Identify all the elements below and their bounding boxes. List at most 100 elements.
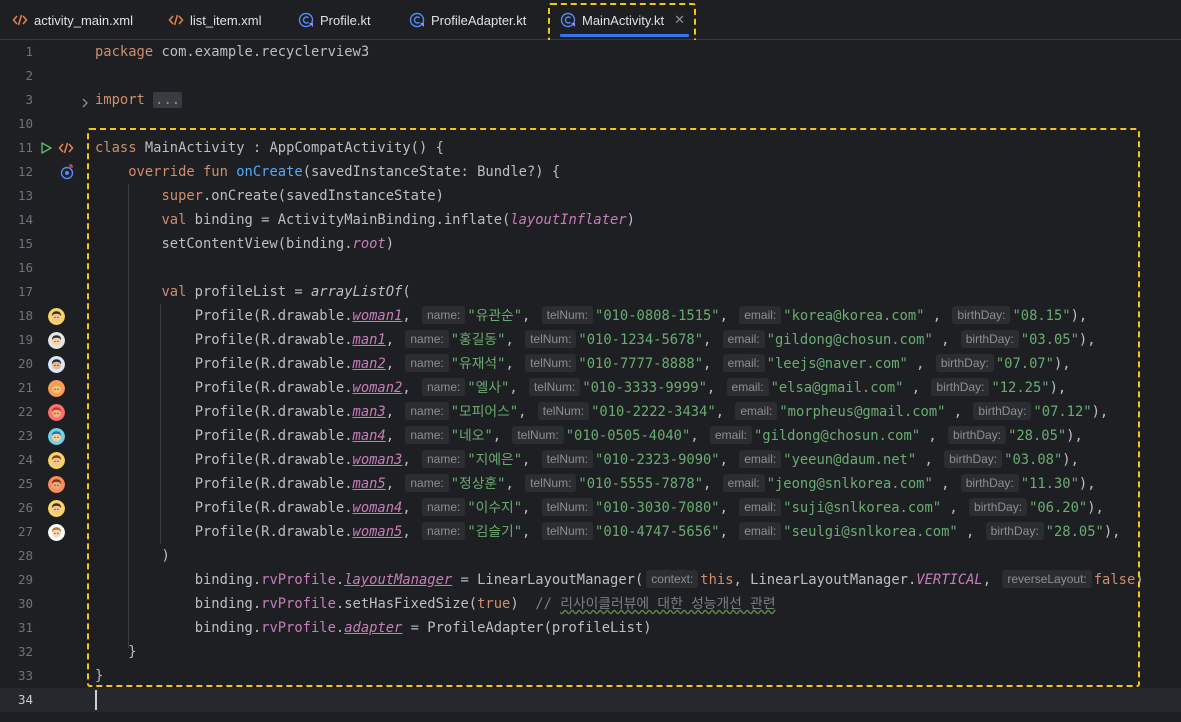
code-editor[interactable]: 1 package com.example.recyclerview3 2 3 … [0,40,1181,722]
code-text: setContentView(binding.root) [161,236,395,252]
tel-string: "010-0808-1515" [595,308,720,324]
code-line: 17 val profileList = arrayListOf( [0,280,1181,304]
param-hint-email: email: [739,306,782,324]
param-hint-name: name: [421,306,466,324]
line-number: 10 [17,116,33,131]
drawable-ref: man5 [352,476,386,492]
tab-activity-main-xml[interactable]: activity_main.xml [12,0,133,40]
code-line: 21 Profile(R.drawable.woman2, name: "엘사",… [0,376,1181,400]
avatar-icon[interactable] [47,499,65,517]
name-string: "엘사" [467,380,510,396]
kotlin-class-icon [560,12,576,28]
code-line: 12 override fun onCreate(savedInstanceSt… [0,160,1181,184]
name-string: "이수지" [467,500,523,516]
code-text: Profile(R.drawable.woman3, name: "지예은", t… [194,450,1079,468]
tel-string: "010-2323-9090" [595,452,720,468]
param-hint-name: name: [405,474,449,492]
code-line: 28 ) [0,544,1181,568]
code-line: 31 binding.rvProfile.adapter = ProfileAd… [0,616,1181,640]
folded-imports[interactable]: ... [153,92,183,108]
email-string: "elsa@gmail.com" [770,380,904,396]
param-hint-name: name: [405,330,449,348]
tab-main-activity-kt[interactable]: MainActivity.kt ✕ [560,0,690,40]
avatar-icon[interactable] [47,427,65,445]
code-line: 33 } [0,664,1181,688]
birthday-string: "03.05" [1020,332,1079,348]
code-text: ) [161,548,170,564]
drawable-ref: woman1 [352,308,403,324]
line-number: 12 [17,164,33,179]
line-number: 17 [17,284,33,299]
line-number: 25 [17,476,33,491]
xml-file-icon [168,12,184,28]
code-text: binding.rvProfile.layoutManager = Linear… [194,570,1144,588]
tab-list-item-xml[interactable]: list_item.xml [168,0,262,40]
code-text: val profileList = arrayListOf( [161,284,411,300]
param-hint-name: name: [421,378,466,396]
code-text: super.onCreate(savedInstanceState) [161,188,444,204]
line-number: 27 [17,524,33,539]
drawable-ref: man2 [352,356,386,372]
chevron-right-icon[interactable] [80,94,90,108]
param-hint-birthday: birthDay: [960,330,1019,348]
param-hint-reverse-layout: reverseLayout: [1002,570,1092,588]
code-text: Profile(R.drawable.woman2, name: "엘사", te… [194,378,1067,396]
line-number: 16 [17,260,33,275]
code-line: 18 Profile(R.drawable.woman1, name: "유관순"… [0,304,1181,328]
param-hint-tel: telNum: [512,426,564,444]
code-text: Profile(R.drawable.man2, name: "유재석", tel… [194,354,1071,372]
avatar-icon[interactable] [47,331,65,349]
avatar-icon[interactable] [47,379,65,397]
code-comment: 리사이클러뷰에 대한 성능개선 관련 [560,596,776,612]
param-hint-email: email: [735,402,778,420]
code-line: 15 setContentView(binding.root) [0,232,1181,256]
line-number: 31 [17,620,33,635]
line-number: 33 [17,668,33,683]
drawable-ref: man4 [352,428,386,444]
name-string: "네오" [450,428,493,444]
param-hint-birthday: birthDay: [973,402,1032,420]
line-number: 11 [17,140,33,155]
line-number: 1 [25,44,33,59]
avatar-icon[interactable] [47,523,65,541]
code-line: 24 Profile(R.drawable.woman3, name: "지예은"… [0,448,1181,472]
drawable-ref: woman3 [352,452,403,468]
birthday-string: "28.05" [1045,524,1104,540]
layout-xml-icon[interactable] [57,139,75,157]
param-hint-context: context: [646,570,699,588]
xml-file-icon [12,12,28,28]
birthday-string: "12.25" [991,380,1050,396]
avatar-icon[interactable] [47,307,65,325]
birthday-string: "06.20" [1029,500,1088,516]
param-hint-birthday: birthDay: [952,306,1011,324]
email-string: "morpheus@gmail.com" [779,404,946,420]
close-icon[interactable]: ✕ [674,12,685,28]
birthday-string: "08.15" [1012,308,1071,324]
param-hint-name: name: [405,402,449,420]
line-number: 20 [17,356,33,371]
param-hint-tel: telNum: [541,450,594,468]
param-hint-tel: telNum: [541,522,594,540]
param-hint-name: name: [421,498,466,516]
run-icon[interactable] [37,139,55,157]
override-icon[interactable] [58,163,76,181]
avatar-icon[interactable] [47,451,65,469]
tab-profile-adapter-kt[interactable]: ProfileAdapter.kt [409,0,526,40]
line-number: 18 [17,308,33,323]
tab-profile-kt[interactable]: Profile.kt [298,0,371,40]
code-text: Profile(R.drawable.woman5, name: "김슬기", t… [194,522,1121,540]
tab-label: activity_main.xml [34,12,133,28]
code-line: 30 binding.rvProfile.setHasFixedSize(tru… [0,592,1181,616]
code-text: override fun onCreate(savedInstanceState… [128,164,561,180]
code-line: 10 [0,112,1181,136]
line-number: 26 [17,500,33,515]
param-hint-birthday: birthDay: [931,378,990,396]
param-hint-birthday: birthDay: [948,426,1007,444]
name-string: "모피어스" [450,404,519,420]
avatar-icon[interactable] [47,403,65,421]
tel-string: "010-5555-7878" [578,476,704,492]
avatar-icon[interactable] [47,475,65,493]
line-number: 29 [17,572,33,587]
avatar-icon[interactable] [47,355,65,373]
code-text: } [128,644,137,660]
